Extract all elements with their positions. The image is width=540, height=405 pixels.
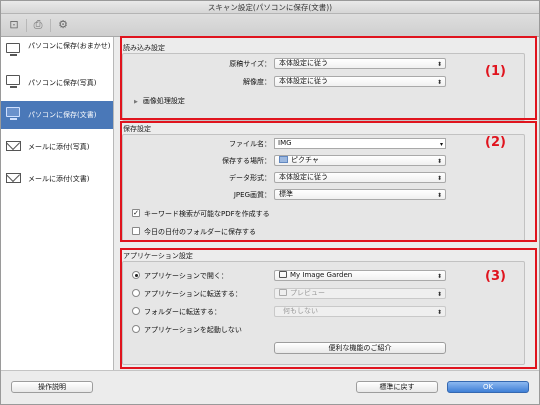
sidebar-item-save-to-pc-document[interactable]: パソコンに保存(文書) — [1, 101, 113, 129]
section-3-highlight — [120, 248, 537, 369]
computer-icon — [6, 106, 23, 121]
sidebar: パソコンに保存(おまかせ) パソコンに保存(写真) パソコンに保存(文書) メー… — [1, 37, 114, 370]
settings-icon[interactable]: ⚙ — [56, 19, 70, 31]
restore-defaults-button[interactable]: 標準に戻す — [356, 381, 438, 393]
computer-icon — [6, 74, 23, 89]
sidebar-item-label: メールに添付(写真) — [28, 143, 90, 151]
computer-icon — [6, 42, 23, 57]
ok-button[interactable]: OK — [447, 381, 529, 393]
section-3-marker: (3) — [485, 269, 506, 284]
mail-icon — [6, 138, 23, 153]
sidebar-item-label: メールに添付(文書) — [28, 175, 90, 183]
toolbar-divider — [26, 19, 27, 32]
sidebar-item-save-to-pc-photo[interactable]: パソコンに保存(写真) — [1, 69, 113, 97]
sidebar-item-attach-to-email-document[interactable]: メールに添付(文書) — [1, 165, 113, 193]
footer: 操作説明 標準に戻す OK — [1, 370, 539, 404]
sidebar-item-label: パソコンに保存(おまかせ) — [28, 42, 111, 50]
settings-panel: 読み込み設定 原稿サイズ： 本体設定に従う ⬍ 解像度： 本体設定に従う ⬍ ▶ 画像… — [115, 36, 539, 370]
section-2-marker: (2) — [485, 135, 506, 150]
scan-settings-window: スキャン設定(パソコンに保存(文書)) ⊡ ⎙ ⚙ パソコンに保存(おまかせ) … — [0, 0, 540, 405]
printer-icon[interactable]: ⎙ — [31, 19, 45, 31]
window-title: スキャン設定(パソコンに保存(文書)) — [1, 1, 539, 14]
sidebar-item-save-to-pc-auto[interactable]: パソコンに保存(おまかせ) — [1, 37, 113, 65]
scan-icon[interactable]: ⊡ — [7, 19, 21, 31]
section-1-highlight — [120, 36, 537, 120]
toolbar-divider — [50, 19, 51, 32]
toolbar: ⊡ ⎙ ⚙ — [1, 14, 539, 37]
instructions-button[interactable]: 操作説明 — [11, 381, 93, 393]
section-1-marker: (1) — [485, 64, 506, 79]
sidebar-item-label: パソコンに保存(文書) — [28, 111, 97, 119]
sidebar-item-attach-to-email-photo[interactable]: メールに添付(写真) — [1, 133, 113, 161]
mail-icon — [6, 170, 23, 185]
section-2-highlight — [120, 121, 537, 242]
sidebar-item-label: パソコンに保存(写真) — [28, 79, 97, 87]
